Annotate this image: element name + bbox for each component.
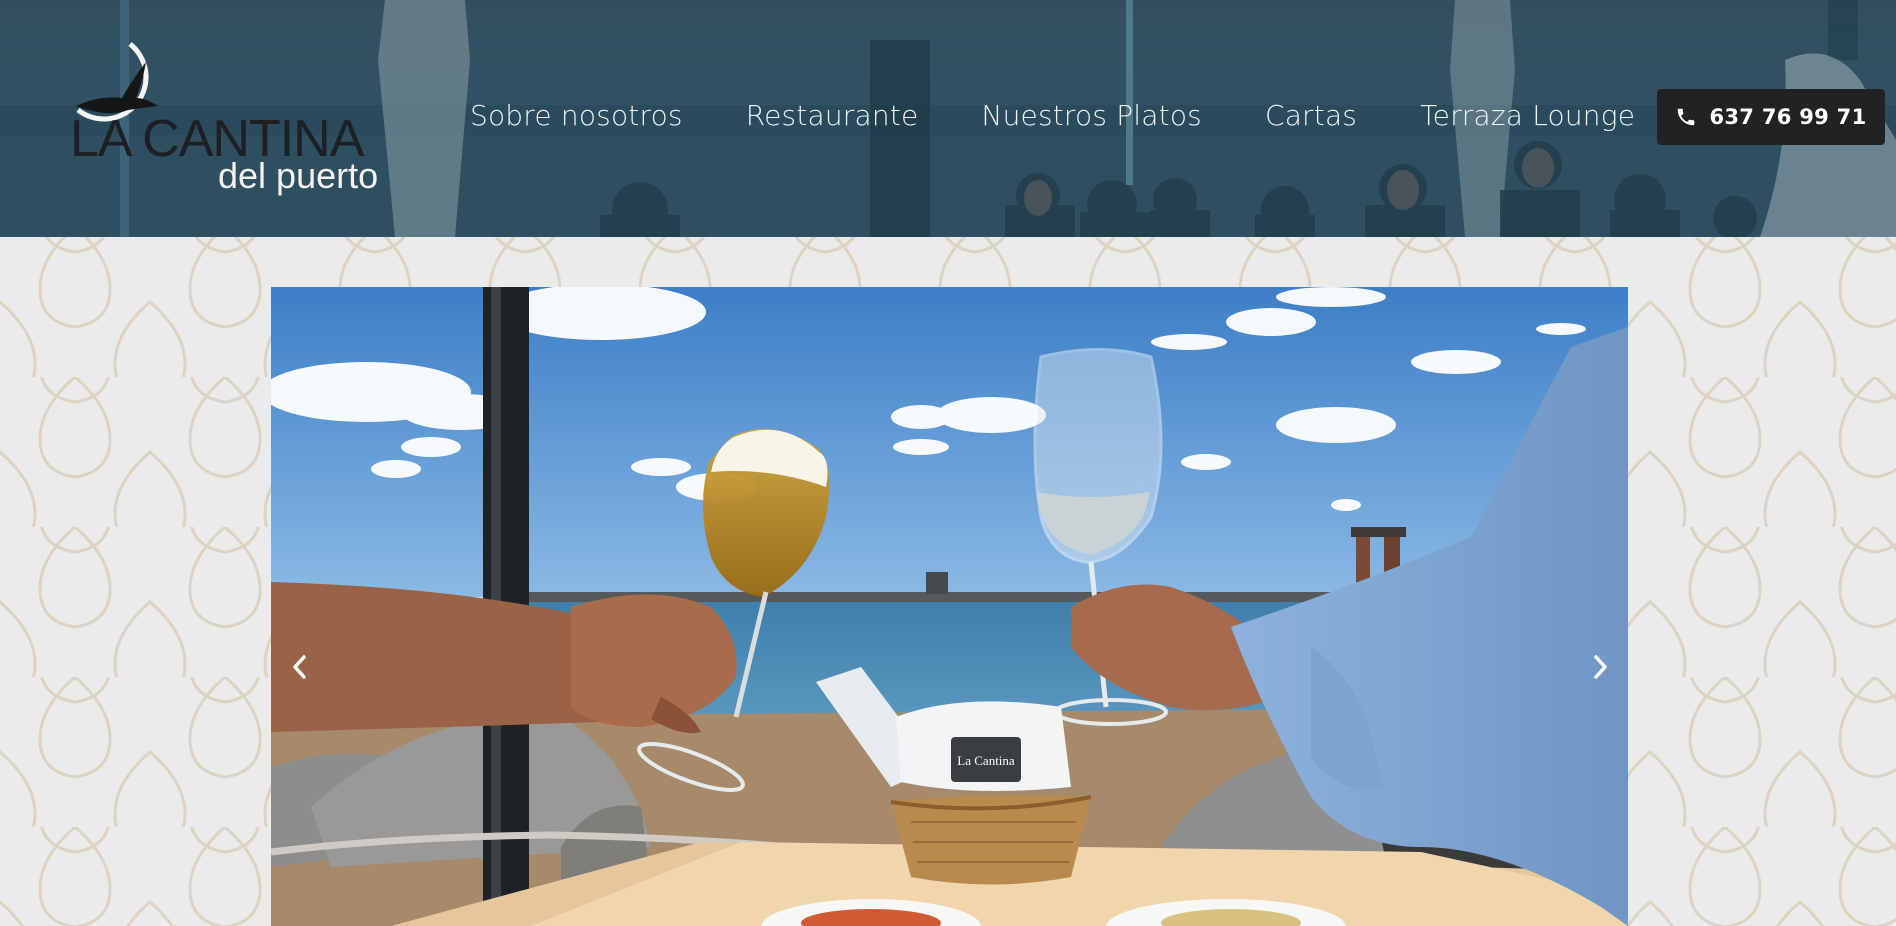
nav-terraza-lounge[interactable]: Terraza Lounge	[1420, 96, 1635, 136]
slider-prev-button[interactable]	[279, 647, 319, 687]
phone-button[interactable]: 637 76 99 71	[1657, 89, 1885, 145]
slider-next-button[interactable]	[1581, 647, 1621, 687]
hero-slide-image: La Cantina	[271, 287, 1628, 926]
site-header: LA CANTINA del puerto Sobre nosotros Res…	[0, 0, 1896, 237]
nav-restaurante[interactable]: Restaurante	[746, 96, 919, 136]
nav-sobre-nosotros[interactable]: Sobre nosotros	[470, 96, 683, 136]
nav-cartas[interactable]: Cartas	[1265, 96, 1357, 136]
chevron-right-icon	[1594, 655, 1607, 679]
main-nav: Sobre nosotros Restaurante Nuestros Plat…	[470, 96, 1698, 136]
hero-slider: La Cantina	[271, 287, 1628, 926]
phone-number: 637 76 99 71	[1709, 105, 1867, 129]
nav-nuestros-platos[interactable]: Nuestros Platos	[981, 96, 1202, 136]
site-logo[interactable]: LA CANTINA del puerto	[70, 40, 380, 195]
phone-icon	[1678, 108, 1695, 126]
chevron-left-icon	[293, 655, 306, 679]
logo-tagline: del puerto	[218, 155, 379, 196]
basket-label: La Cantina	[957, 753, 1015, 768]
